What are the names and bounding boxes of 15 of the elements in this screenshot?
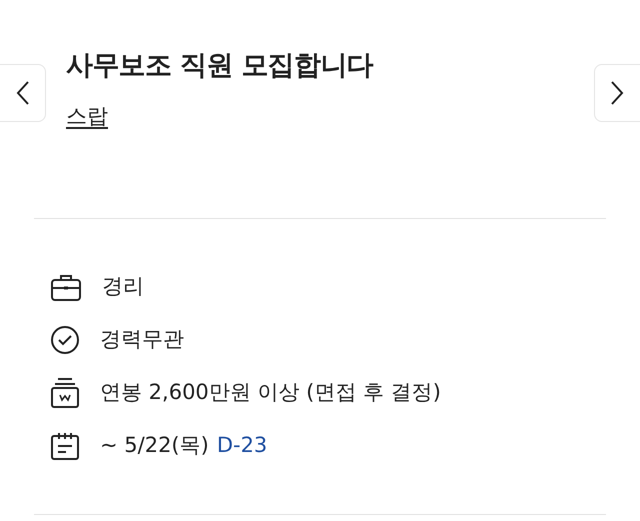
chevron-right-icon: [610, 80, 624, 106]
company-link[interactable]: 스랍: [66, 100, 108, 132]
detail-text: 경리: [102, 273, 144, 300]
chevron-left-icon: [16, 80, 30, 106]
days-left-text: D-23: [216, 432, 268, 460]
check-circle-icon: [50, 325, 80, 355]
briefcase-icon: [50, 272, 82, 302]
detail-text: 연봉 2,600만원 이상 (면접 후 결정): [100, 379, 441, 406]
calendar-icon: [50, 431, 80, 461]
previous-button[interactable]: [0, 64, 46, 122]
detail-text: ~ 5/22(목): [100, 432, 209, 460]
money-box-icon: [50, 377, 80, 409]
detail-text: 경력무관: [100, 326, 184, 354]
next-button[interactable]: [594, 64, 640, 122]
job-title: 사무보조 직원 모집합니다: [66, 49, 374, 83]
